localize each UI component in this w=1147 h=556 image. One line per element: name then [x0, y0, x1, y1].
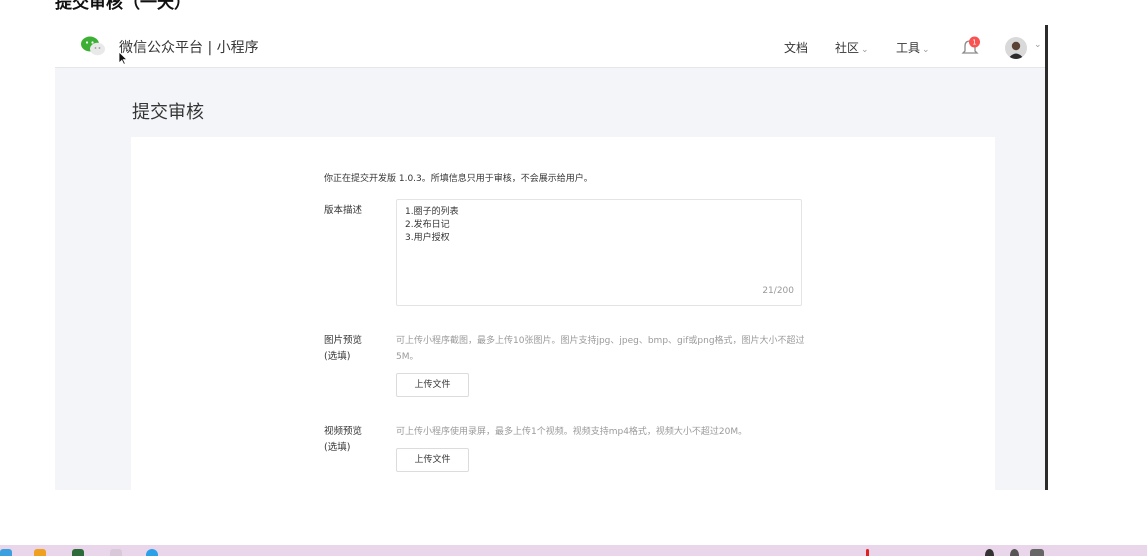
nav-docs-label: 文档 — [784, 41, 809, 55]
version-line: 2.发布日记 — [405, 220, 450, 230]
browser-icon[interactable] — [0, 549, 12, 556]
image-upload-hint: 可上传小程序截图，最多上传10张图片。图片支持jpg、jpeg、bmp、gif或… — [396, 336, 805, 362]
character-counter: 21/200 — [762, 286, 794, 296]
tray-icon[interactable] — [1030, 549, 1044, 556]
avatar[interactable] — [1005, 37, 1027, 59]
wechat-logo-icon — [81, 36, 105, 56]
top-heading: 提交审核（一天） — [55, 0, 191, 13]
window-edge — [1045, 25, 1048, 490]
nav-community-label: 社区 — [835, 41, 860, 55]
version-line: 1.圈子的列表 — [405, 207, 459, 217]
user-avatar-icon — [1008, 41, 1024, 59]
video-upload-button[interactable]: 上传文件 — [396, 448, 469, 472]
version-description-textarea[interactable]: 1.圈子的列表 2.发布日记 3.用户授权 21/200 — [396, 199, 802, 306]
video-upload-hint: 可上传小程序使用录屏，最多上传1个视频。视频支持mp4格式，视频大小不超过20M… — [396, 427, 748, 437]
app-icon[interactable] — [146, 549, 158, 556]
chevron-down-icon: ⌄ — [922, 45, 930, 55]
tray-icon[interactable] — [1010, 549, 1019, 556]
brand-title[interactable]: 微信公众平台 | 小程序 — [119, 37, 259, 57]
taskbar — [0, 545, 1147, 556]
nav-tools-label: 工具 — [896, 41, 921, 55]
mouse-pointer-icon — [118, 51, 128, 65]
bell-notification-icon[interactable]: 1 — [961, 36, 981, 58]
version-line: 3.用户授权 — [405, 233, 450, 243]
notification-badge: 1 — [972, 39, 976, 47]
image-preview-label: 图片预览 (选填) — [324, 333, 362, 365]
top-navigation-bar: 微信公众平台 | 小程序 文档 社区 ⌄ 工具 ⌄ 1 ⌄ — [55, 25, 1045, 68]
page-title: 提交审核 — [132, 102, 204, 123]
video-preview-label: 视频预览 (选填) — [324, 424, 362, 456]
version-description-label: 版本描述 — [324, 205, 363, 216]
image-preview-label-line2: (选填) — [324, 351, 351, 362]
video-preview-label-line1: 视频预览 — [324, 426, 363, 437]
video-preview-label-line2: (选填) — [324, 442, 351, 453]
folder-icon[interactable] — [34, 549, 46, 556]
image-preview-label-line1: 图片预览 — [324, 335, 363, 346]
app-icon[interactable] — [110, 549, 122, 556]
tray-indicator — [866, 549, 869, 556]
chevron-down-icon: ⌄ — [861, 45, 869, 55]
browser-window: 微信公众平台 | 小程序 文档 社区 ⌄ 工具 ⌄ 1 ⌄ 提交审核 你正在提交开发… — [55, 25, 1045, 490]
image-upload-button[interactable]: 上传文件 — [396, 373, 469, 397]
submit-review-form: 你正在提交开发版 1.0.3。所填信息只用于审核，不会展示给用户。 版本描述 1… — [131, 137, 995, 490]
nav-docs[interactable]: 文档 — [784, 39, 808, 56]
app-icon[interactable] — [72, 549, 84, 556]
form-intro: 你正在提交开发版 1.0.3。所填信息只用于审核，不会展示给用户。 — [324, 174, 593, 184]
nav-community[interactable]: 社区 ⌄ — [835, 39, 869, 56]
chevron-down-icon[interactable]: ⌄ — [1034, 40, 1042, 50]
nav-tools[interactable]: 工具 ⌄ — [896, 39, 930, 56]
tray-icon[interactable] — [985, 549, 994, 556]
